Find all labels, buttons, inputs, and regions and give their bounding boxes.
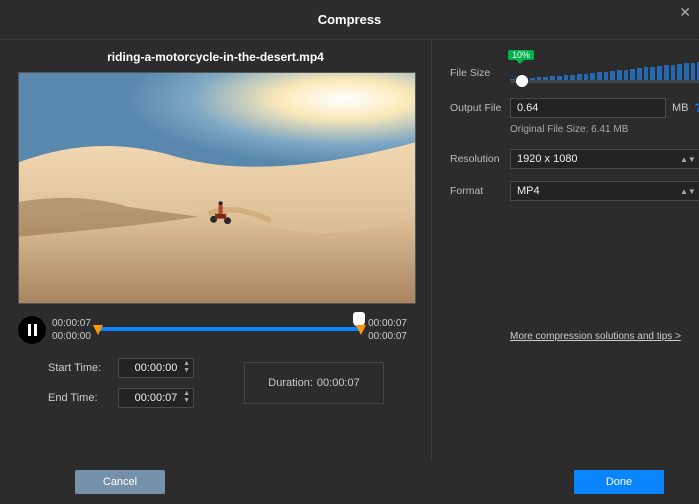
format-row: Format MP4 ▲▼: [450, 181, 699, 201]
format-select[interactable]: MP4 ▲▼: [510, 181, 699, 201]
tips-link[interactable]: More compression solutions and tips >: [510, 331, 681, 342]
trim-row: Start Time: 00:00:00 ▲▼ End Time: 00:00:…: [18, 358, 413, 408]
dialog-title: Compress: [318, 12, 382, 27]
format-value: MP4: [517, 185, 540, 197]
time-left: 00:00:07 00:00:00: [52, 318, 91, 342]
stepper-arrows-icon[interactable]: ▲▼: [183, 360, 190, 374]
filesize-slider[interactable]: 10%: [510, 60, 699, 86]
slider-thumb[interactable]: [516, 75, 528, 87]
chevron-updown-icon: ▲▼: [680, 188, 696, 195]
pause-button[interactable]: [18, 316, 46, 344]
right-panel: File Size 10% Output File MB ? Original …: [432, 40, 699, 460]
video-preview[interactable]: [18, 72, 416, 304]
filename-label: riding-a-motorcycle-in-the-desert.mp4: [18, 50, 413, 64]
footer: Cancel Done: [0, 460, 699, 504]
filesize-label: File Size: [450, 67, 510, 79]
close-icon[interactable]: ✕: [679, 4, 691, 21]
start-time-label: Start Time:: [48, 362, 108, 374]
current-time: 00:00:07: [52, 318, 91, 329]
end-time-label: End Time:: [48, 392, 108, 404]
output-size-input[interactable]: [510, 98, 666, 118]
cancel-button[interactable]: Cancel: [75, 470, 165, 494]
resolution-label: Resolution: [450, 153, 510, 165]
chevron-updown-icon: ▲▼: [680, 156, 696, 163]
end-marker-time: 00:00:07: [368, 331, 407, 342]
start-marker-time: 00:00:00: [52, 331, 91, 342]
format-label: Format: [450, 185, 510, 197]
output-label: Output File: [450, 102, 510, 114]
end-time-input[interactable]: 00:00:07 ▲▼: [118, 388, 194, 408]
duration-label: Duration:: [268, 377, 313, 389]
start-time-field: Start Time: 00:00:00 ▲▼: [48, 358, 194, 378]
resolution-select[interactable]: 1920 x 1080 ▲▼: [510, 149, 699, 169]
original-size-label: Original File Size: 6.41 MB: [510, 124, 699, 135]
end-time-field: End Time: 00:00:07 ▲▼: [48, 388, 194, 408]
player-controls: 00:00:07 00:00:00 00:00:07 00:00:07: [18, 316, 413, 344]
seek-bar[interactable]: [97, 316, 362, 344]
help-icon[interactable]: ?: [695, 101, 699, 115]
stepper-arrows-icon[interactable]: ▲▼: [183, 390, 190, 404]
resolution-value: 1920 x 1080: [517, 153, 578, 165]
preview-image: [19, 73, 415, 303]
filesize-row: File Size 10%: [450, 60, 699, 86]
done-button[interactable]: Done: [574, 470, 664, 494]
total-time: 00:00:07: [368, 318, 407, 329]
trim-inputs: Start Time: 00:00:00 ▲▼ End Time: 00:00:…: [48, 358, 194, 408]
resolution-row: Resolution 1920 x 1080 ▲▼: [450, 149, 699, 169]
main-content: riding-a-motorcycle-in-the-desert.mp4: [0, 40, 699, 460]
duration-value: 00:00:07: [317, 377, 360, 389]
seek-track: [97, 327, 362, 331]
filesize-bars: [510, 62, 699, 80]
trim-start-handle[interactable]: [93, 325, 103, 335]
output-unit: MB: [672, 102, 689, 114]
end-time-value: 00:00:07: [135, 392, 178, 404]
duration-box: Duration: 00:00:07: [244, 362, 384, 404]
time-right: 00:00:07 00:00:07: [368, 318, 407, 342]
title-bar: Compress ✕: [0, 0, 699, 40]
pause-icon: [28, 324, 37, 336]
start-time-input[interactable]: 00:00:00 ▲▼: [118, 358, 194, 378]
left-panel: riding-a-motorcycle-in-the-desert.mp4: [0, 40, 432, 460]
trim-end-handle[interactable]: [356, 325, 366, 335]
output-row: Output File MB ?: [450, 98, 699, 118]
start-time-value: 00:00:00: [135, 362, 178, 374]
filesize-percent-badge: 10%: [508, 50, 534, 60]
slider-track: [510, 80, 699, 83]
